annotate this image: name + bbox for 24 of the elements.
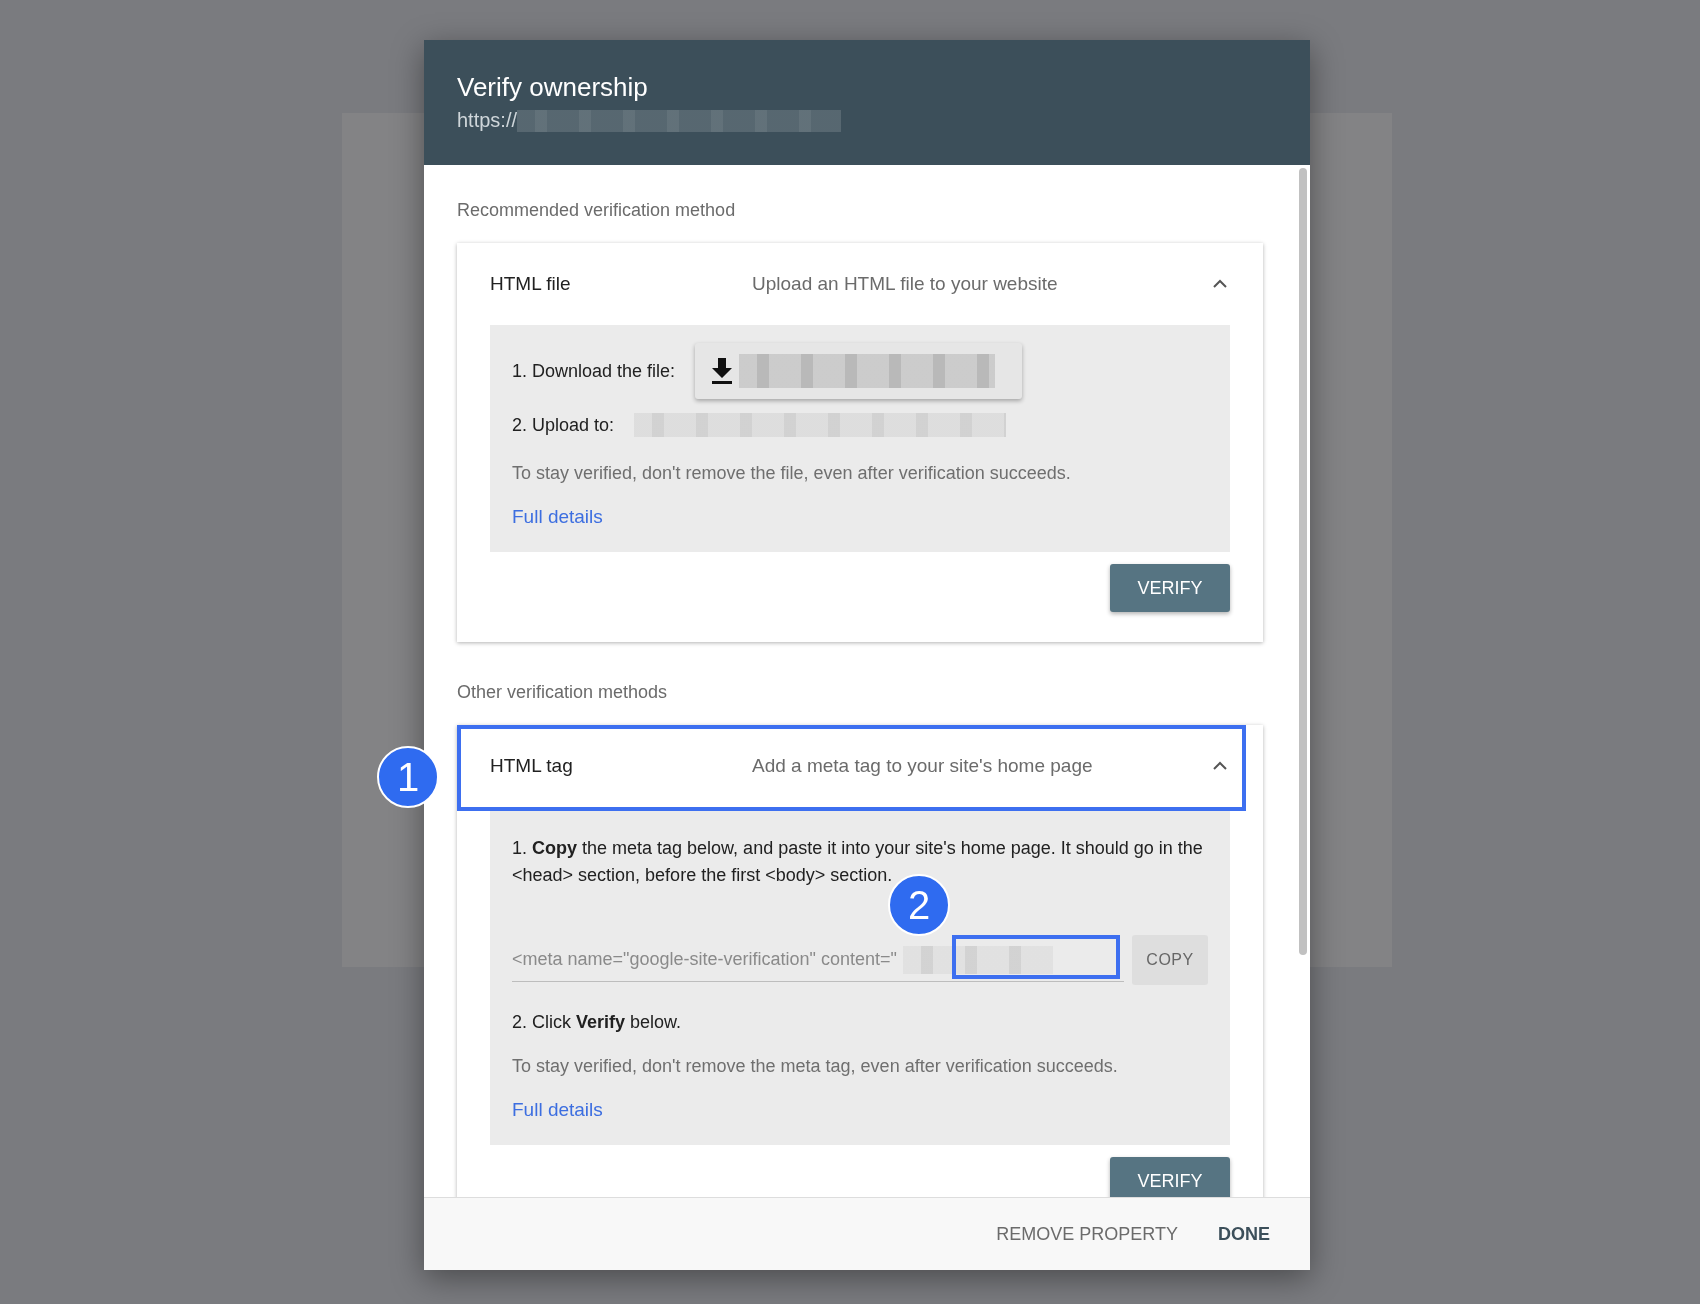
step-text: 2. Upload to:: [512, 414, 615, 436]
copy-button[interactable]: COPY: [1132, 935, 1208, 985]
full-details-link[interactable]: Full details: [512, 1099, 603, 1121]
note-text: To stay verified, don't remove the meta tag, even after verification succeeds.: [512, 1056, 1119, 1077]
step-text: 1. Download the file:: [512, 360, 676, 382]
method-name: HTML tag: [490, 755, 574, 777]
scrollbar-thumb[interactable]: [1299, 168, 1307, 955]
method-description: Upload an HTML file to your website: [752, 273, 1059, 295]
instruction-text: 2. Click Verify below.: [512, 1011, 683, 1034]
url-text: https://: [457, 109, 518, 132]
method-name: HTML file: [490, 273, 572, 295]
section-heading: Recommended verification method: [457, 200, 737, 221]
verify-button[interactable]: VERIFY: [1110, 564, 1230, 612]
meta-tag-field[interactable]: <meta name="google-site-verification" content=": [512, 938, 1124, 982]
verify-button[interactable]: VERIFY: [1110, 1157, 1230, 1197]
footer-button[interactable]: DONE: [1218, 1215, 1270, 1253]
dialog-title: Verify ownership: [457, 72, 649, 103]
footer-button[interactable]: REMOVE PROPERTY: [996, 1215, 1178, 1253]
meta-tag-text: <meta name="google-site-verification" content=": [512, 949, 897, 970]
download-icon: [711, 358, 734, 384]
full-details-link[interactable]: Full details: [512, 506, 603, 528]
method-description: Add a meta tag to your site's home page: [752, 755, 1094, 777]
section-heading: Other verification methods: [457, 682, 669, 703]
note-text: To stay verified, don't remove the file, even after verification succeeds.: [512, 463, 1072, 484]
